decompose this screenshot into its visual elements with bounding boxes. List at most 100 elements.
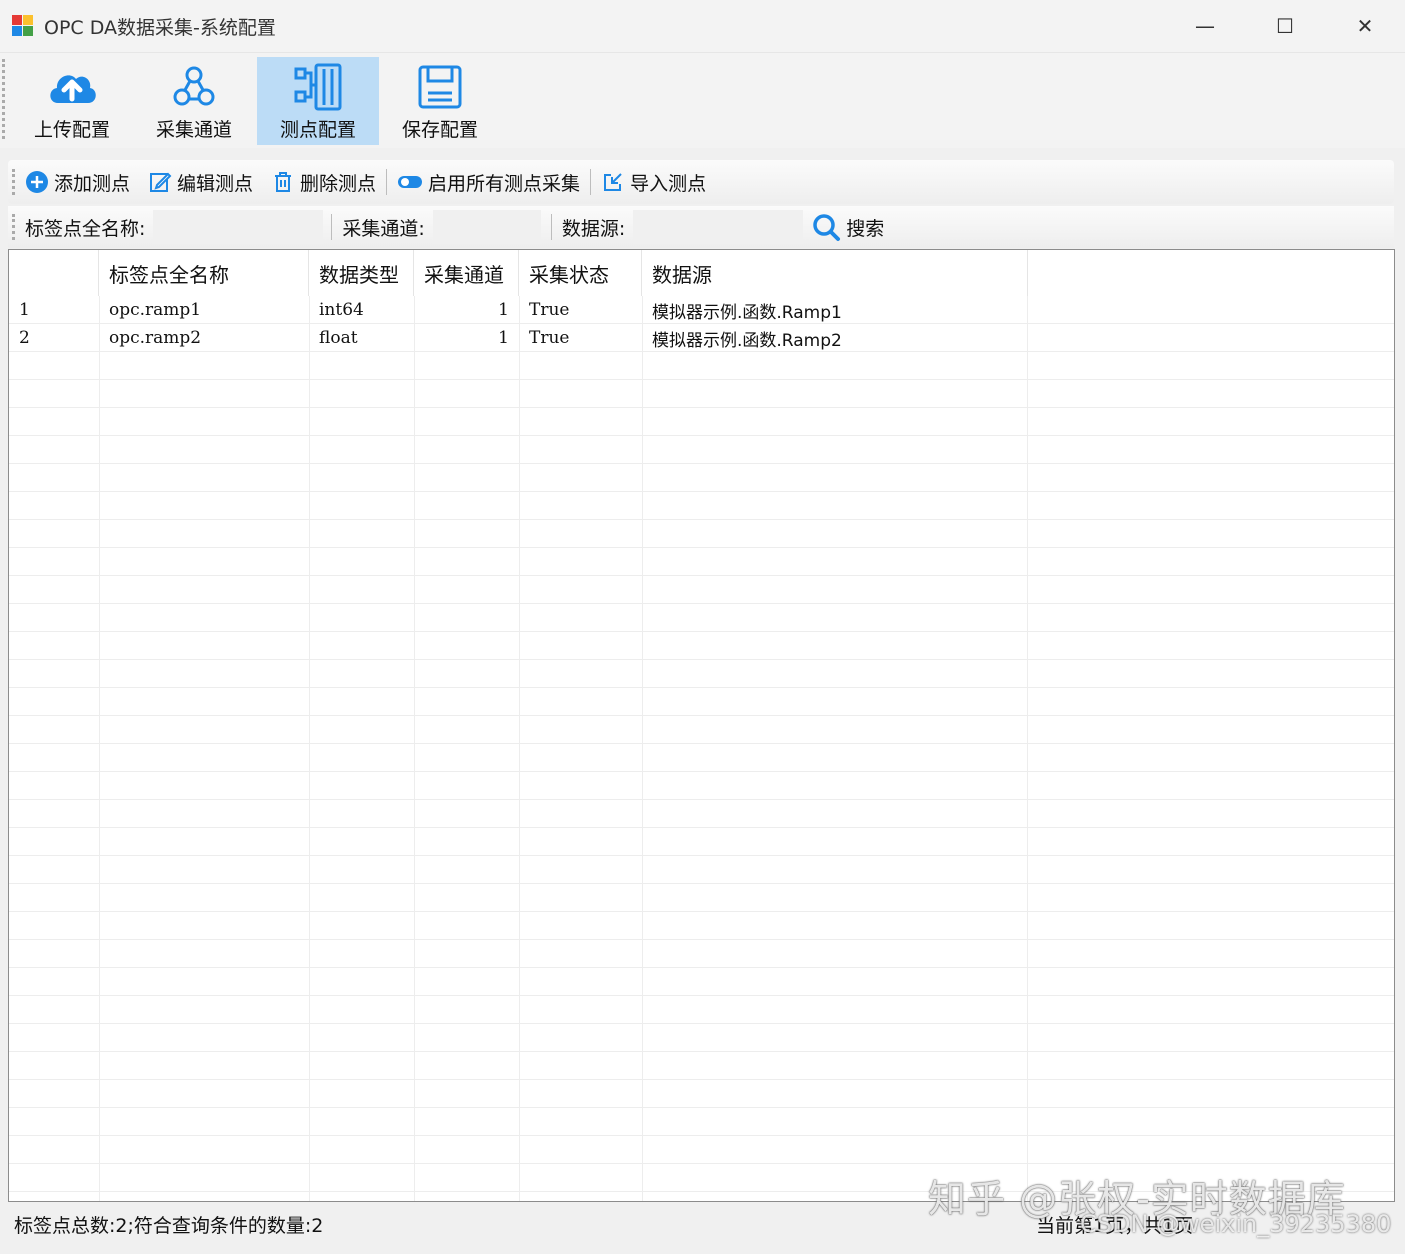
empty-row [9,464,1394,492]
table-cell[interactable]: opc.ramp1 [99,296,309,324]
source-filter-label: 数据源: [561,217,626,240]
total-count-text: 标签点总数:2;符合查询条件的数量:2 [14,1215,324,1237]
table-cell[interactable]: 2 [9,324,99,352]
table-cell[interactable]: True [519,296,642,324]
empty-row [9,604,1394,632]
import-icon [604,173,622,191]
tag-name-label: 标签点全名称: [25,217,146,240]
minimize-button[interactable]: — [1165,0,1245,52]
search-separator [550,214,552,240]
table-cell[interactable]: 模拟器示例.函数.Ramp2 [642,324,1028,352]
column-header-tag[interactable]: 标签点全名称 [99,250,309,296]
empty-row [9,408,1394,436]
empty-row [9,828,1394,856]
empty-row [9,520,1394,548]
empty-row [9,884,1394,912]
table-row[interactable]: 2 opc.ramp2 float 1 True 模拟器示例.函数.Ramp2 [9,324,1394,352]
ribbon: 上传配置 采集通道 测点配置 保存配置 [0,52,1405,148]
channel-filter-input[interactable] [432,210,541,244]
grid-line [519,296,520,1201]
upload-config-button[interactable]: 上传配置 [11,57,133,145]
column-header-status[interactable]: 采集状态 [519,250,642,296]
empty-row [9,912,1394,940]
search-separator [331,214,333,240]
points-grid[interactable]: 标签点全名称 数据类型 采集通道 采集状态 数据源 1 opc.ramp1 int6… [8,249,1395,1202]
table-cell[interactable]: 模拟器示例.函数.Ramp1 [642,296,1028,324]
search-button[interactable]: 搜索 [811,212,884,242]
table-row[interactable]: 1 opc.ramp1 int64 1 True 模拟器示例.函数.Ramp1 [9,296,1394,324]
edit-point-label: 编辑测点 [177,172,254,195]
add-point-button[interactable]: 添加测点 [25,169,130,196]
empty-row [9,1136,1394,1164]
delete-point-button[interactable]: 删除测点 [271,169,376,196]
edit-icon [150,172,172,192]
grid-line [1027,296,1028,1201]
empty-row [9,968,1394,996]
save-floppy-icon [418,65,462,109]
channel-filter-label: 采集通道: [342,217,425,240]
search-bar: 标签点全名称: 采集通道: 数据源: 搜索 [8,206,1394,248]
trash-icon [275,172,292,192]
searchbar-grip[interactable] [12,214,15,240]
maximize-icon: ☐ [1276,14,1294,38]
edit-point-button[interactable]: 编辑测点 [148,169,253,196]
minimize-icon: — [1195,14,1215,38]
enable-all-button[interactable]: 启用所有测点采集 [397,169,580,196]
table-cell[interactable]: opc.ramp2 [99,324,309,352]
save-config-label: 保存配置 [401,119,478,141]
maximize-button[interactable]: ☐ [1245,0,1325,52]
grid-line [309,296,310,1201]
column-header-type[interactable]: 数据类型 [309,250,414,296]
empty-row [9,380,1394,408]
empty-row [9,1108,1394,1136]
tag-name-input[interactable] [153,210,324,244]
table-cell[interactable]: 1 [414,324,519,352]
search-icon [813,214,841,241]
grid-line [414,296,415,1201]
point-config-label: 测点配置 [279,119,356,141]
empty-row [9,492,1394,520]
ribbon-grip[interactable] [2,59,5,139]
table-cell[interactable]: int64 [309,296,414,324]
channel-network-icon [173,66,215,106]
empty-row [9,1024,1394,1052]
empty-row [9,800,1394,828]
title-bar: OPC DA数据采集-系统配置 — ☐ ✕ [0,0,1405,52]
empty-row [9,352,1394,380]
channel-label: 采集通道 [155,119,232,141]
plus-circle-icon [26,171,48,193]
table-cell[interactable]: 1 [414,296,519,324]
column-header-source[interactable]: 数据源 [642,250,1028,296]
toggle-icon [398,176,423,188]
table-cell[interactable]: True [519,324,642,352]
table-cell[interactable]: 1 [9,296,99,324]
window-title: OPC DA数据采集-系统配置 [44,16,276,39]
empty-row [9,744,1394,772]
grid-line [99,296,100,1201]
app-icon [12,15,34,37]
import-point-button[interactable]: 导入测点 [601,169,706,196]
empty-row [9,996,1394,1024]
empty-row [9,1080,1394,1108]
empty-row [9,940,1394,968]
close-button[interactable]: ✕ [1325,0,1405,52]
column-header-channel[interactable]: 采集通道 [414,250,519,296]
empty-row [9,688,1394,716]
watermark-sub-text: CSDN @weixin_39235380 [1080,1210,1392,1238]
empty-row [9,576,1394,604]
column-header-index[interactable] [9,250,99,296]
save-config-button[interactable]: 保存配置 [379,57,501,145]
table-cell[interactable]: float [309,324,414,352]
upload-cloud-icon [50,75,96,103]
source-filter-input[interactable] [633,210,804,244]
close-icon: ✕ [1356,14,1374,38]
toolbar-grip[interactable] [12,169,15,195]
import-point-label: 导入测点 [630,172,707,195]
grid-line [642,296,643,1201]
empty-row [9,436,1394,464]
upload-config-label: 上传配置 [33,119,110,141]
delete-point-label: 删除测点 [300,172,377,195]
channel-button[interactable]: 采集通道 [133,57,255,145]
empty-row [9,856,1394,884]
point-config-button[interactable]: 测点配置 [257,57,379,145]
